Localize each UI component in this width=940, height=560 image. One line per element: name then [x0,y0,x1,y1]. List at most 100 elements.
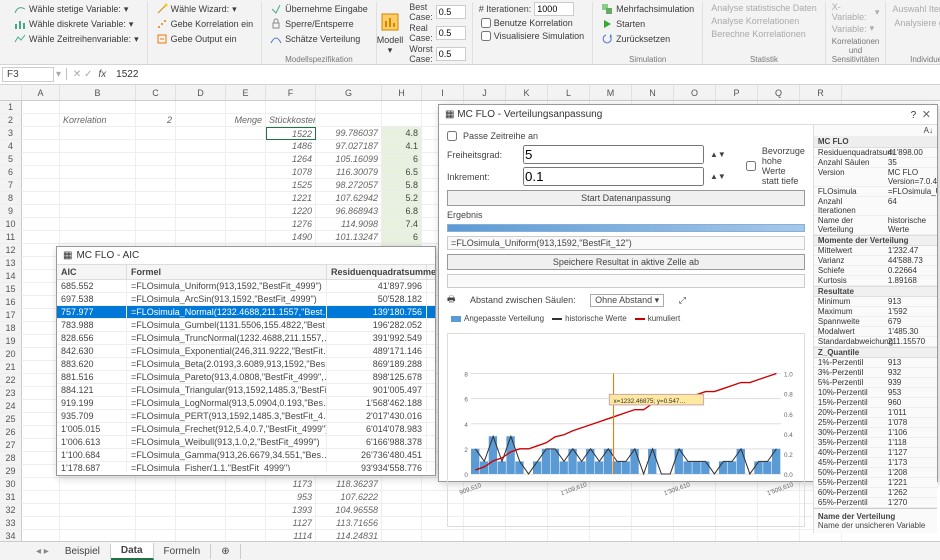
cell[interactable] [60,517,136,530]
cell[interactable] [60,218,136,231]
cell[interactable]: 104.96558 [316,504,382,517]
cell[interactable] [176,153,226,166]
cell[interactable]: Stückkosten [266,114,316,127]
save-target[interactable] [447,274,805,288]
cell[interactable] [136,179,176,192]
cell[interactable] [22,270,60,283]
cell[interactable] [136,530,176,541]
cell[interactable] [176,166,226,179]
cell[interactable]: 7.4 [382,218,422,231]
col-header[interactable]: G [316,85,382,100]
cell[interactable] [176,140,226,153]
bevorzuge[interactable] [746,161,756,171]
cell[interactable] [176,478,226,491]
cell[interactable]: 6 [382,231,422,244]
cell[interactable] [22,218,60,231]
print-icon[interactable]: 🖶 [447,292,456,308]
cell[interactable] [22,205,60,218]
aic-row[interactable]: 919.199=FLOsimula_LogNormal(913,5.0904,0… [57,397,435,410]
cell[interactable] [226,179,266,192]
cell[interactable] [22,114,60,127]
cell[interactable] [22,530,60,541]
cell[interactable] [226,517,266,530]
real-case[interactable] [436,26,466,40]
cell[interactable] [382,504,422,517]
col-header[interactable]: J [464,85,506,100]
cell[interactable] [60,231,136,244]
cell[interactable] [22,439,60,452]
cell[interactable]: 4.1 [382,140,422,153]
cell[interactable] [136,153,176,166]
close-icon[interactable]: ✕ [922,109,931,121]
cell[interactable] [60,127,136,140]
col-header[interactable]: R [800,85,842,100]
cell[interactable]: 1525 [266,179,316,192]
cell[interactable] [176,101,226,114]
cell[interactable] [22,322,60,335]
cell[interactable]: 114.9098 [316,218,382,231]
aic-col-res[interactable]: Residuenquadratsumme [327,265,427,279]
cell[interactable]: 2 [136,114,176,127]
freiheitsgrad[interactable] [523,145,704,164]
cell[interactable] [226,218,266,231]
cell[interactable]: 107.62942 [316,192,382,205]
col-header[interactable]: L [548,85,590,100]
cell[interactable]: 4.8 [382,127,422,140]
aic-row[interactable]: 1'178.687=FLOsimula_Fisher(1,1,"BestFit_… [57,462,435,471]
sort-icon[interactable]: A↓ [924,126,933,135]
inkrement[interactable] [523,167,704,186]
cell[interactable]: 99.786037 [316,127,382,140]
mehrfach[interactable]: Mehrfachsimulation [599,2,696,16]
cell[interactable] [382,478,422,491]
cell[interactable] [226,530,266,541]
aic-row[interactable]: 1'005.015=FLOsimula_Frechet(912,5.4,0.7,… [57,423,435,436]
cell[interactable] [22,400,60,413]
wizard[interactable]: Wähle Wizard: ▾ [154,2,256,16]
korrelation-ein[interactable]: Gebe Korrelation ein [154,17,256,31]
iterationen[interactable] [534,2,574,16]
cell[interactable] [382,101,422,114]
cell[interactable] [136,127,176,140]
cell[interactable] [176,218,226,231]
cell[interactable]: Menge [226,114,266,127]
col-header[interactable]: O [674,85,716,100]
aic-row[interactable]: 883.620=FLOsimula_Beta(2.0193,3.6089,913… [57,358,435,371]
cell[interactable] [60,491,136,504]
cell[interactable] [136,231,176,244]
cell[interactable]: 5.8 [382,179,422,192]
cell[interactable] [60,205,136,218]
starten[interactable]: Starten [599,17,696,31]
fx-icon[interactable]: fx [92,69,112,80]
cell[interactable] [136,504,176,517]
formula-value[interactable]: 1522 [112,69,142,80]
aic-row[interactable]: 881.516=FLOsimula_Pareto(913,4.0808,"Bes… [57,371,435,384]
col-header[interactable]: F [266,85,316,100]
cell[interactable]: 1393 [266,504,316,517]
var-stetig[interactable]: Wähle stetige Variable: ▾ [12,2,141,16]
cell[interactable] [316,101,382,114]
cell[interactable] [382,114,422,127]
cell[interactable] [22,413,60,426]
col-header[interactable]: D [176,85,226,100]
help-icon[interactable]: ? [911,110,917,121]
abstand-select[interactable]: Ohne Abstand ▾ [590,294,664,307]
speichere-button[interactable]: Speichere Resultat in aktive Zelle ab [447,254,805,270]
cell[interactable] [382,491,422,504]
cell[interactable] [316,114,382,127]
cell[interactable] [226,491,266,504]
aic-col-aic[interactable]: AIC [57,265,127,279]
cell[interactable] [22,101,60,114]
cell[interactable] [226,166,266,179]
cell[interactable]: 1490 [266,231,316,244]
col-header[interactable]: A [22,85,60,100]
col-header[interactable]: B [60,85,136,100]
cell[interactable] [22,465,60,478]
cell[interactable] [176,192,226,205]
cell[interactable]: 1127 [266,517,316,530]
cell[interactable] [60,166,136,179]
cell[interactable]: 96.868943 [316,205,382,218]
cell[interactable] [22,452,60,465]
cell[interactable] [22,257,60,270]
tab-data[interactable]: Data [111,543,154,560]
cell[interactable]: 113.71656 [316,517,382,530]
